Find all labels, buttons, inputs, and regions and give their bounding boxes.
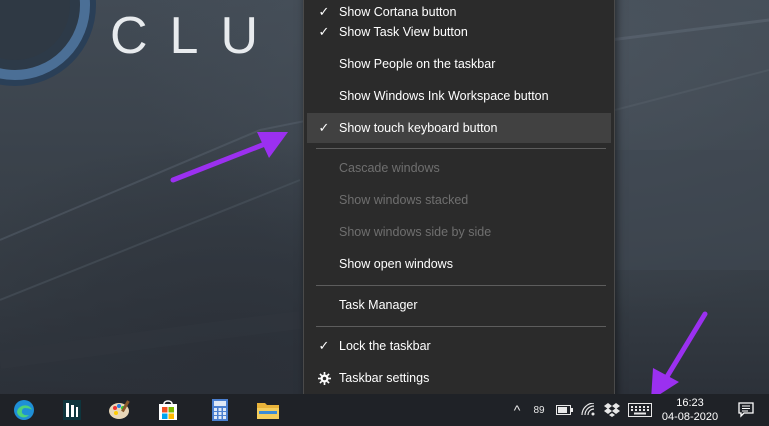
menu-item-label: Show open windows [339, 257, 453, 271]
wallpaper-text: CLU [110, 7, 281, 65]
taskbar-context-menu: ✓ Show Cortana button ✓ Show Task View b… [303, 0, 615, 398]
dropbox-icon[interactable] [602, 394, 622, 426]
menu-separator [316, 285, 606, 286]
wifi-icon[interactable] [579, 394, 599, 426]
menu-item-label: Show windows side by side [339, 225, 492, 239]
dashlane-icon[interactable] [50, 394, 94, 426]
menu-item-label: Show Windows Ink Workspace button [339, 89, 549, 103]
gear-icon [317, 363, 331, 393]
file-explorer-icon[interactable] [246, 394, 290, 426]
edge-icon[interactable] [2, 394, 46, 426]
menu-item-show-people[interactable]: Show People on the taskbar [307, 49, 611, 79]
menu-item-label: Task Manager [339, 298, 418, 312]
action-center-icon[interactable] [728, 394, 764, 426]
checkmark-icon: ✓ [318, 24, 330, 39]
checkmark-icon: ✓ [318, 120, 330, 135]
menu-item-label: Show People on the taskbar [339, 57, 496, 71]
menu-item-taskbar-settings[interactable]: Taskbar settings [307, 363, 611, 393]
taskbar-clock[interactable]: 16:23 04-08-2020 [656, 394, 724, 426]
menu-item-lock-taskbar[interactable]: ✓ Lock the taskbar [307, 331, 611, 361]
taskbar[interactable]: ^ 89 16:23 04-08-2020 [0, 394, 769, 426]
menu-item-label: Cascade windows [339, 161, 440, 175]
microsoft-store-icon[interactable] [146, 394, 190, 426]
menu-item-windows-stacked[interactable]: Show windows stacked [307, 185, 611, 215]
menu-item-show-task-view[interactable]: ✓ Show Task View button [307, 17, 611, 47]
touch-keyboard-icon[interactable] [626, 394, 654, 426]
show-hidden-icons-chevron[interactable]: ^ [508, 394, 526, 426]
tray-badge-count[interactable]: 89 [530, 394, 548, 426]
battery-icon[interactable] [555, 394, 575, 426]
menu-item-label: Show Task View button [339, 25, 468, 39]
menu-item-label: Show windows stacked [339, 193, 469, 207]
checkmark-icon: ✓ [318, 338, 330, 353]
menu-item-windows-side-by-side[interactable]: Show windows side by side [307, 217, 611, 247]
clock-date: 04-08-2020 [661, 411, 719, 423]
menu-item-label: Show touch keyboard button [339, 121, 498, 135]
menu-separator [316, 326, 606, 327]
menu-item-show-open-windows[interactable]: Show open windows [307, 249, 611, 279]
calculator-icon[interactable] [198, 394, 242, 426]
menu-item-cascade-windows[interactable]: Cascade windows [307, 153, 611, 183]
menu-item-label: Lock the taskbar [339, 339, 431, 353]
clock-time: 16:23 [676, 397, 704, 409]
menu-item-show-touch-keyboard[interactable]: ✓ Show touch keyboard button [307, 113, 611, 143]
menu-item-show-ink-workspace[interactable]: Show Windows Ink Workspace button [307, 81, 611, 111]
menu-item-label: Taskbar settings [339, 371, 430, 385]
paint-icon[interactable] [98, 394, 142, 426]
menu-separator [316, 148, 606, 149]
menu-item-task-manager[interactable]: Task Manager [307, 290, 611, 320]
